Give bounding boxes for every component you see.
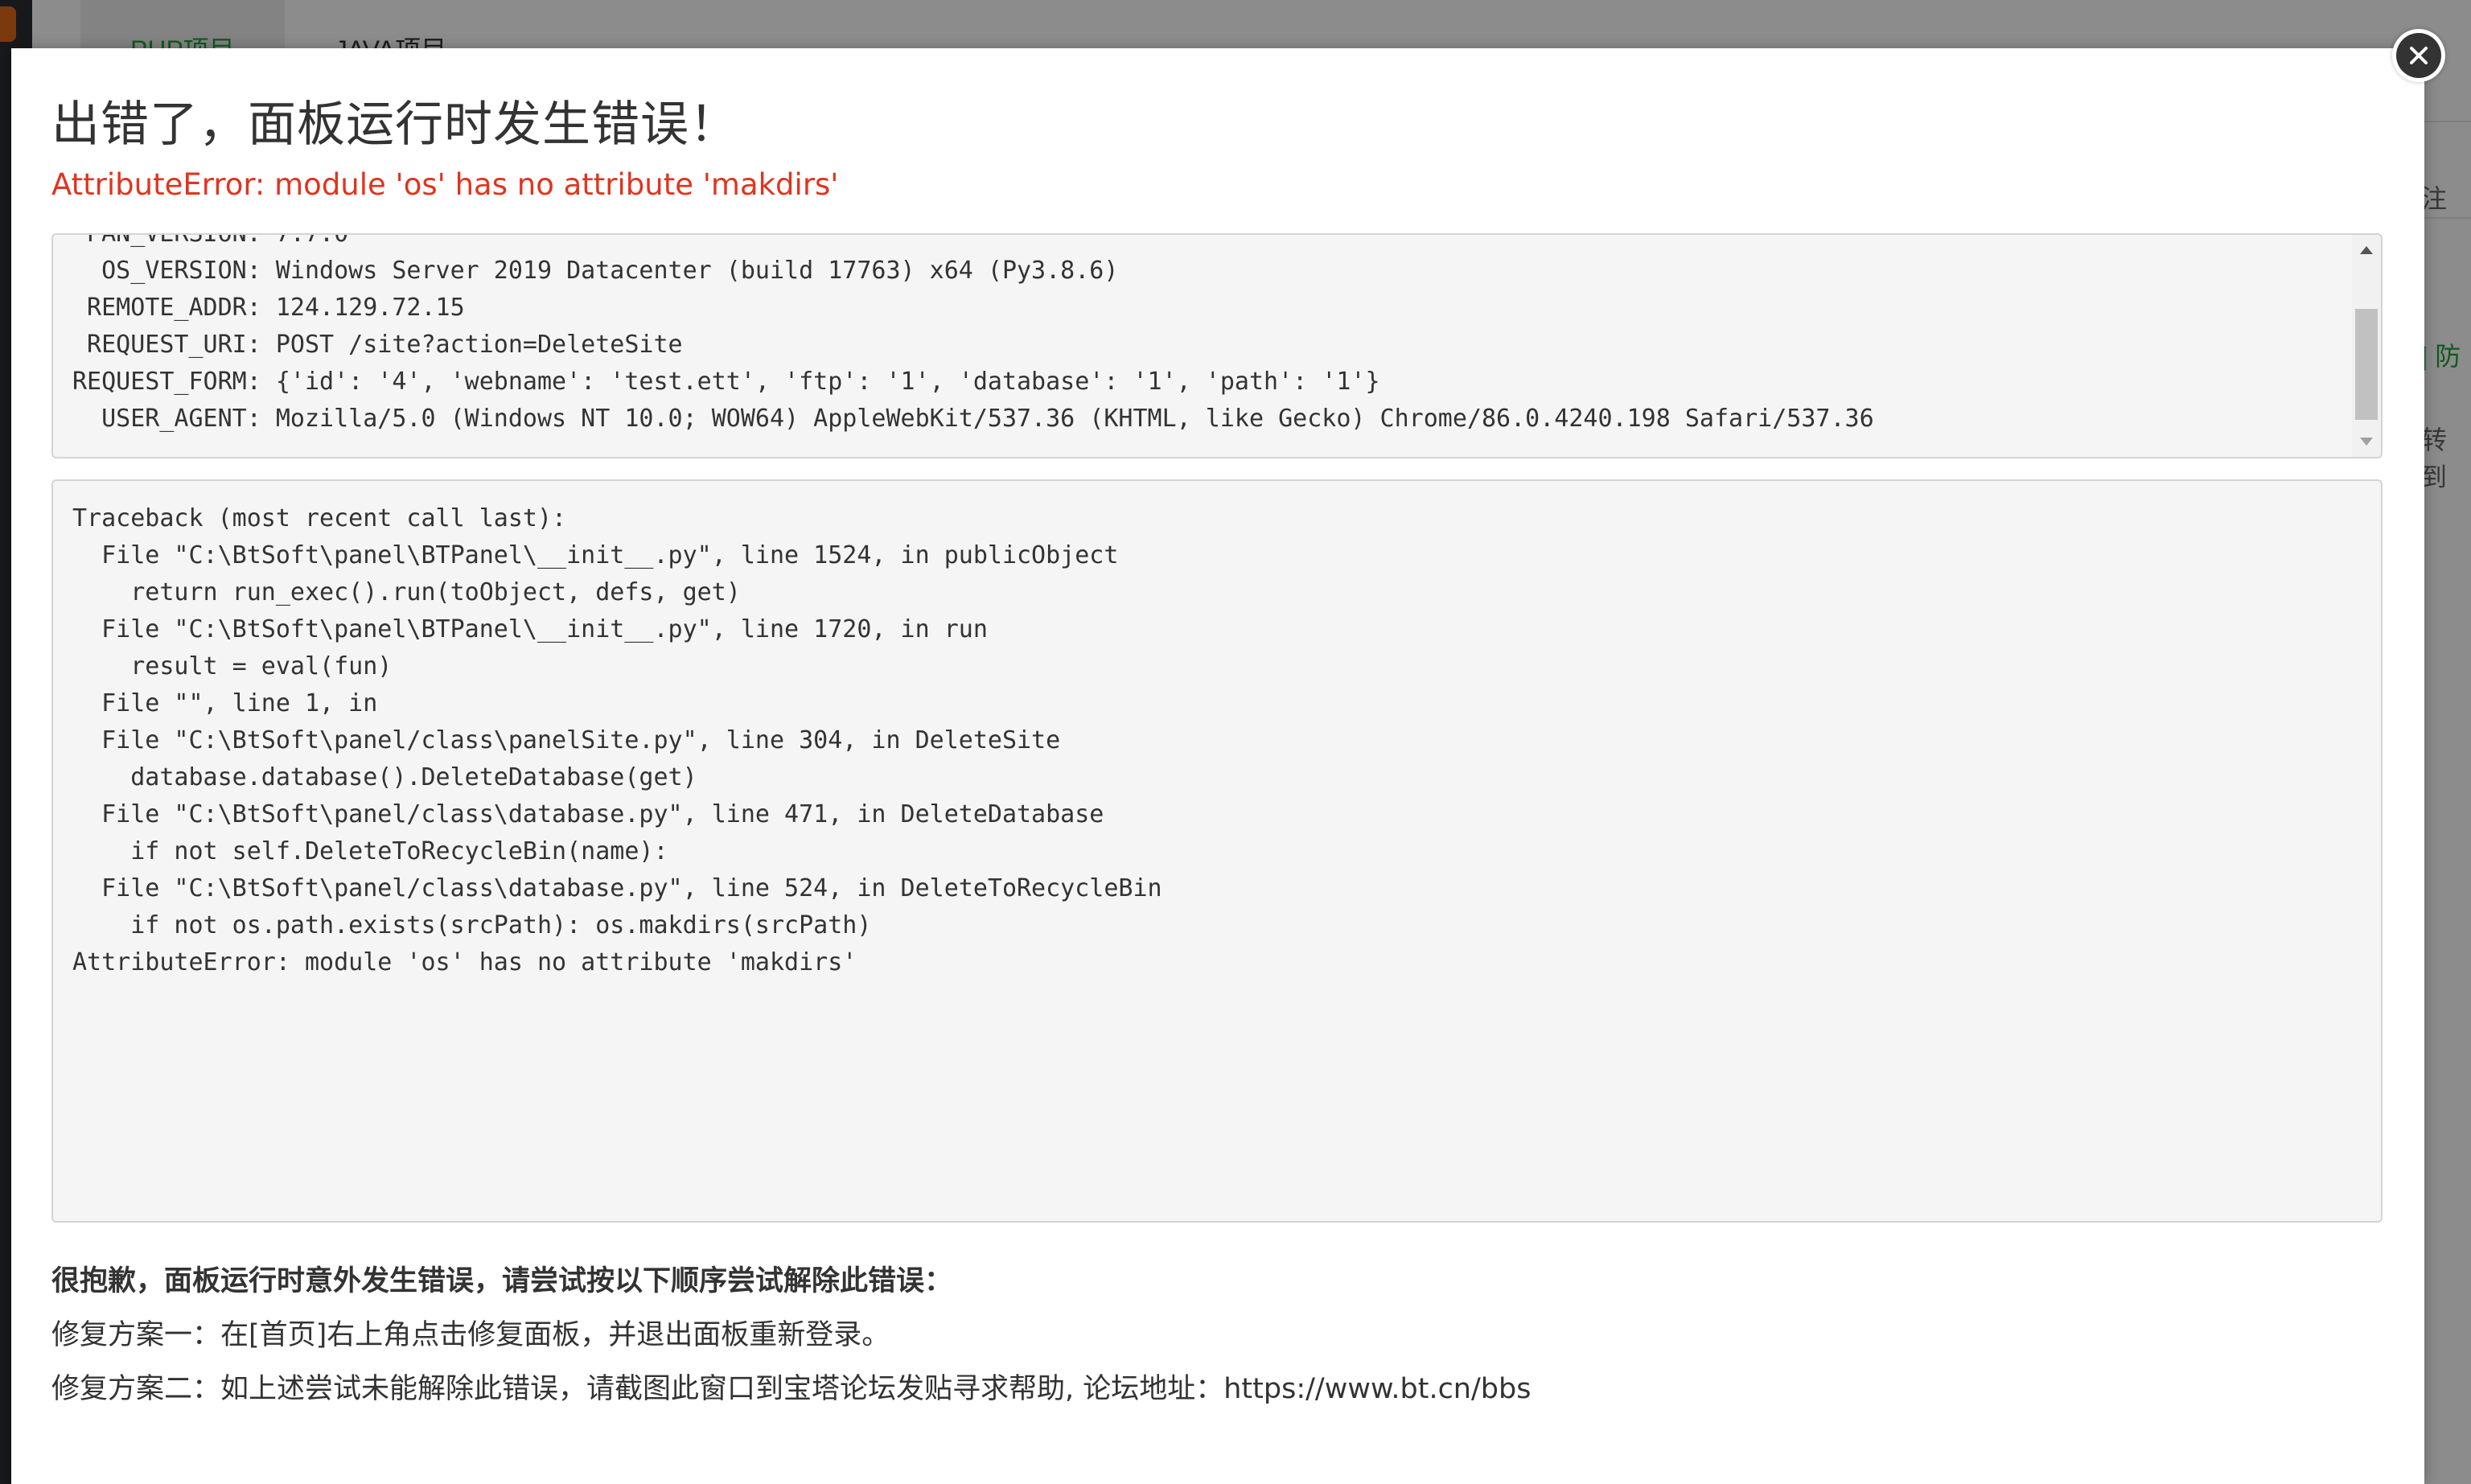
info-line: PAN_VERSION: 7.7.0 (72, 233, 349, 248)
traceback-line: if not os.path.exists(srcPath): os.makdi… (72, 911, 872, 939)
traceback-line: File "C:\BtSoft\panel/class\database.py"… (72, 874, 1162, 902)
traceback-line: if not self.DeleteToRecycleBin(name): (72, 837, 668, 865)
traceback-line: Traceback (most recent call last): (72, 504, 567, 532)
error-message: AttributeError: module 'os' has no attri… (51, 167, 839, 202)
scroll-thumb[interactable] (2355, 309, 2378, 420)
traceback-line: File "C:\BtSoft\panel\BTPanel\__init__.p… (72, 541, 1119, 569)
close-button[interactable] (2392, 29, 2445, 82)
traceback-line: return run_exec().run(toObject, defs, ge… (72, 578, 741, 606)
traceback-line: result = eval(fun) (72, 652, 393, 680)
scroll-up-arrow-icon[interactable] (2352, 236, 2381, 264)
help-section: 很抱歉，面板运行时意外发生错误，请尝试按以下顺序尝试解除此错误： 修复方案一：在… (51, 1258, 1531, 1407)
info-line: REQUEST_FORM: {'id': '4', 'webname': 'te… (72, 368, 1380, 396)
info-line: USER_AGENT: Mozilla/5.0 (Windows NT 10.0… (72, 405, 1874, 433)
help-title: 很抱歉，面板运行时意外发生错误，请尝试按以下顺序尝试解除此错误： (51, 1265, 953, 1297)
close-icon (2396, 33, 2441, 78)
traceback-text: Traceback (most recent call last): File … (72, 500, 1162, 981)
traceback-line: File "C:\BtSoft\panel\BTPanel\__init__.p… (72, 615, 988, 643)
traceback-line: File "C:\BtSoft\panel/class\database.py"… (72, 800, 1104, 828)
error-dialog: 出错了，面板运行时发生错误！ AttributeError: module 'o… (11, 48, 2424, 1484)
request-info-text: PAN_VERSION: 7.7.0 OS_VERSION: Windows S… (72, 233, 1874, 438)
info-line: OS_VERSION: Windows Server 2019 Datacent… (72, 257, 1119, 285)
scroll-down-arrow-icon[interactable] (2352, 428, 2381, 455)
traceback-line: File "C:\BtSoft\panel/class\panelSite.py… (72, 726, 1061, 754)
request-info-box[interactable]: PAN_VERSION: 7.7.0 OS_VERSION: Windows S… (51, 233, 2383, 458)
dialog-title: 出错了，面板运行时发生错误！ (51, 97, 738, 153)
traceback-line: database.database().DeleteDatabase(get) (72, 763, 697, 791)
info-line: REQUEST_URI: POST /site?action=DeleteSit… (72, 331, 683, 359)
fix-option-1: 修复方案一：在[首页]右上角点击修复面板，并退出面板重新登录。 (51, 1319, 890, 1351)
traceback-line: File "", line 1, in (72, 689, 378, 717)
traceback-box[interactable]: Traceback (most recent call last): File … (51, 479, 2383, 1223)
fix-option-2: 修复方案二：如上述尝试未能解除此错误，请截图此窗口到宝塔论坛发贴寻求帮助, 论坛… (51, 1373, 1532, 1405)
traceback-line: AttributeError: module 'os' has no attri… (72, 948, 857, 976)
info-line: REMOTE_ADDR: 124.129.72.15 (72, 294, 465, 322)
info-scrollbar[interactable] (2352, 235, 2381, 457)
